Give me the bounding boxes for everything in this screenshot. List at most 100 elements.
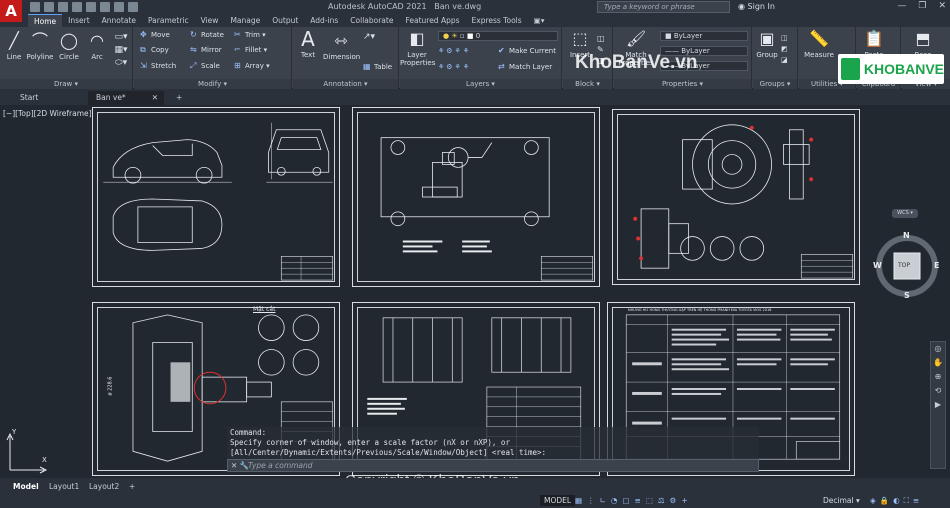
move-button[interactable]: ✥ Move — [140, 31, 170, 40]
annotation-scale-icon[interactable]: ⚖ — [658, 496, 670, 505]
saveas-icon[interactable] — [72, 2, 82, 12]
table-button[interactable]: ▦ Table — [363, 63, 392, 72]
units-icon[interactable]: + — [681, 496, 692, 505]
ribbon-tab-annotate[interactable]: Annotate — [96, 14, 142, 27]
make-current-button[interactable]: ✔ Make Current — [498, 47, 556, 56]
layout2-tab[interactable]: Layout2 — [82, 481, 126, 493]
groups-panel-label[interactable]: Groups ▾ — [753, 79, 797, 89]
status-right-tools[interactable]: ◈🔒◐⛶≡ — [870, 495, 923, 506]
trim-button[interactable]: ✂ Trim ▾ — [234, 31, 266, 40]
text-button[interactable]: A Text — [295, 29, 321, 59]
arc-button[interactable]: ◠ Arc — [85, 31, 109, 61]
zoom-icon[interactable]: ⊕ — [931, 370, 945, 384]
nav-tools[interactable]: ◎ ✋ ⊕ ⟲ ▶ — [931, 342, 945, 412]
dimension-button[interactable]: ⇿ Dimension — [323, 31, 360, 61]
undo-icon[interactable] — [114, 2, 124, 12]
stretch-button[interactable]: ⇲ Stretch — [140, 62, 176, 71]
copy-button[interactable]: ⧉ Copy — [140, 46, 169, 55]
mirror-button[interactable]: ⇋ Mirror — [190, 46, 222, 55]
open-icon[interactable] — [44, 2, 54, 12]
ribbon-tab-parametric[interactable]: Parametric — [142, 14, 195, 27]
viewport-controls[interactable]: [−][Top][2D Wireframe] — [3, 109, 92, 118]
new-icon[interactable] — [30, 2, 40, 12]
match-layer-button[interactable]: ⇄ Match Layer — [498, 63, 552, 72]
command-input[interactable]: ✕ 🔧 Type a command — [227, 459, 759, 472]
compass-south[interactable]: S — [904, 291, 910, 300]
fillet-button[interactable]: ⌐ Fillet ▾ — [234, 46, 267, 55]
drawing-canvas[interactable]: [−][Top][2D Wireframe] Mặt cắt ø 228.6 N… — [0, 105, 950, 478]
workspace-icon[interactable]: ⚙ — [670, 496, 682, 505]
plot-icon[interactable] — [100, 2, 110, 12]
units-dropdown[interactable]: Decimal ▾ — [823, 495, 860, 506]
array-button[interactable]: ⊞ Array ▾ — [234, 62, 270, 71]
color-dropdown[interactable]: ■ ByLayer — [660, 31, 748, 41]
orbit-icon[interactable]: ⟲ — [931, 384, 945, 398]
ribbon-tab-manage[interactable]: Manage — [224, 14, 266, 27]
lock-ui-icon[interactable]: 🔒 — [880, 496, 893, 505]
polar-icon[interactable]: ◔ — [611, 496, 623, 505]
pan-icon[interactable]: ✋ — [931, 356, 945, 370]
layout1-tab[interactable]: Layout1 — [42, 481, 86, 493]
group-tools[interactable]: ◫ ◩ ◪ — [781, 33, 788, 66]
close-tab-icon[interactable]: ✕ — [152, 91, 158, 105]
steering-wheel-icon[interactable]: ◎ — [931, 342, 945, 356]
layer-tools-row2[interactable]: ⚘⚙⚘⚘ — [438, 63, 471, 71]
sign-in-button[interactable]: ◉ Sign In — [738, 2, 775, 11]
compass-north[interactable]: N — [903, 231, 910, 240]
redo-icon[interactable] — [128, 2, 138, 12]
ribbon-tab-express-tools[interactable]: Express Tools — [466, 14, 528, 27]
ribbon-tab-home[interactable]: Home — [28, 14, 63, 27]
ribbon-tab-collaborate[interactable]: Collaborate — [344, 14, 399, 27]
modify-panel-label[interactable]: Modify ▾ — [134, 79, 291, 89]
layer-tools-row1[interactable]: ⚘⚙⚘⚘ — [438, 47, 471, 55]
rectangle-icon[interactable]: ▭▾ — [111, 31, 131, 44]
grid-icon[interactable]: ▦ — [575, 496, 587, 505]
viewcube[interactable]: N S E W TOP — [872, 231, 942, 301]
drafting-toggles[interactable]: ▦⋮∟◔▢≡⬚⚖⚙+ — [575, 495, 693, 506]
model-space-toggle[interactable]: MODEL — [540, 495, 576, 506]
lineweight-icon[interactable]: ≡ — [635, 496, 646, 505]
command-tools-icon[interactable]: ✕ 🔧 — [231, 460, 249, 471]
polyline-button[interactable]: ⌒ Polyline — [26, 31, 54, 61]
add-layout-button[interactable]: + — [122, 481, 142, 493]
layers-panel-label[interactable]: Layers ▾ — [400, 79, 561, 89]
leader-button[interactable]: ↗▾ — [363, 32, 375, 42]
ribbon-tab-featured-apps[interactable]: Featured Apps — [399, 14, 465, 27]
layer-properties-button[interactable]: ◧ Layer Properties — [400, 29, 435, 67]
autocad-logo[interactable]: A — [0, 0, 22, 22]
measure-button[interactable]: 📏 Measure — [803, 29, 835, 59]
circle-button[interactable]: ◯ Circle — [56, 31, 82, 61]
customize-icon[interactable]: ≡ — [913, 496, 923, 505]
quick-properties-icon[interactable]: ◈ — [870, 496, 880, 505]
wcs-menu[interactable]: WCS ▾ — [892, 209, 918, 218]
model-tab[interactable]: Model — [6, 481, 46, 493]
hatch-icon[interactable]: ▦▾ — [111, 44, 131, 57]
ribbon-tab-insert[interactable]: Insert — [62, 14, 96, 27]
new-tab-button[interactable]: + — [168, 91, 190, 105]
fullscreen-icon[interactable]: ⛶ — [904, 496, 913, 505]
layer-dropdown[interactable]: ● ☀ ▫ ■ 0 — [438, 31, 558, 41]
scale-button[interactable]: ⤢ Scale — [190, 62, 220, 71]
osnap-icon[interactable]: ▢ — [622, 496, 634, 505]
cloud-icon[interactable] — [86, 2, 96, 12]
minimize-button[interactable]: — — [897, 1, 906, 11]
snap-icon[interactable]: ⋮ — [587, 496, 600, 505]
search-input[interactable]: Type a keyword or phrase — [597, 1, 730, 13]
isolate-icon[interactable]: ◐ — [893, 496, 904, 505]
annotation-panel-label[interactable]: Annotation ▾ — [293, 79, 398, 89]
ribbon-tab-add-ins[interactable]: Add-ins — [304, 14, 344, 27]
block-panel-label[interactable]: Block ▾ — [563, 79, 612, 89]
maximize-button[interactable]: ❐ — [918, 1, 926, 11]
line-button[interactable]: ╱ Line — [2, 31, 26, 61]
draw-panel-label[interactable]: Draw ▾ — [0, 79, 132, 89]
save-icon[interactable] — [58, 2, 68, 12]
group-button[interactable]: ▣ Group — [755, 29, 779, 59]
ribbon-tab-overflow[interactable]: ▣▾ — [528, 14, 551, 27]
ellipse-icon[interactable]: ⬭▾ — [111, 57, 131, 70]
compass-west[interactable]: W — [873, 261, 882, 270]
start-tab[interactable]: Start — [12, 91, 46, 105]
drawing-tab[interactable]: Ban ve* ✕ — [88, 91, 164, 105]
rotate-button[interactable]: ↻ Rotate — [190, 31, 224, 40]
properties-panel-label[interactable]: Properties ▾ — [614, 79, 751, 89]
ribbon-tab-view[interactable]: View — [195, 14, 225, 27]
